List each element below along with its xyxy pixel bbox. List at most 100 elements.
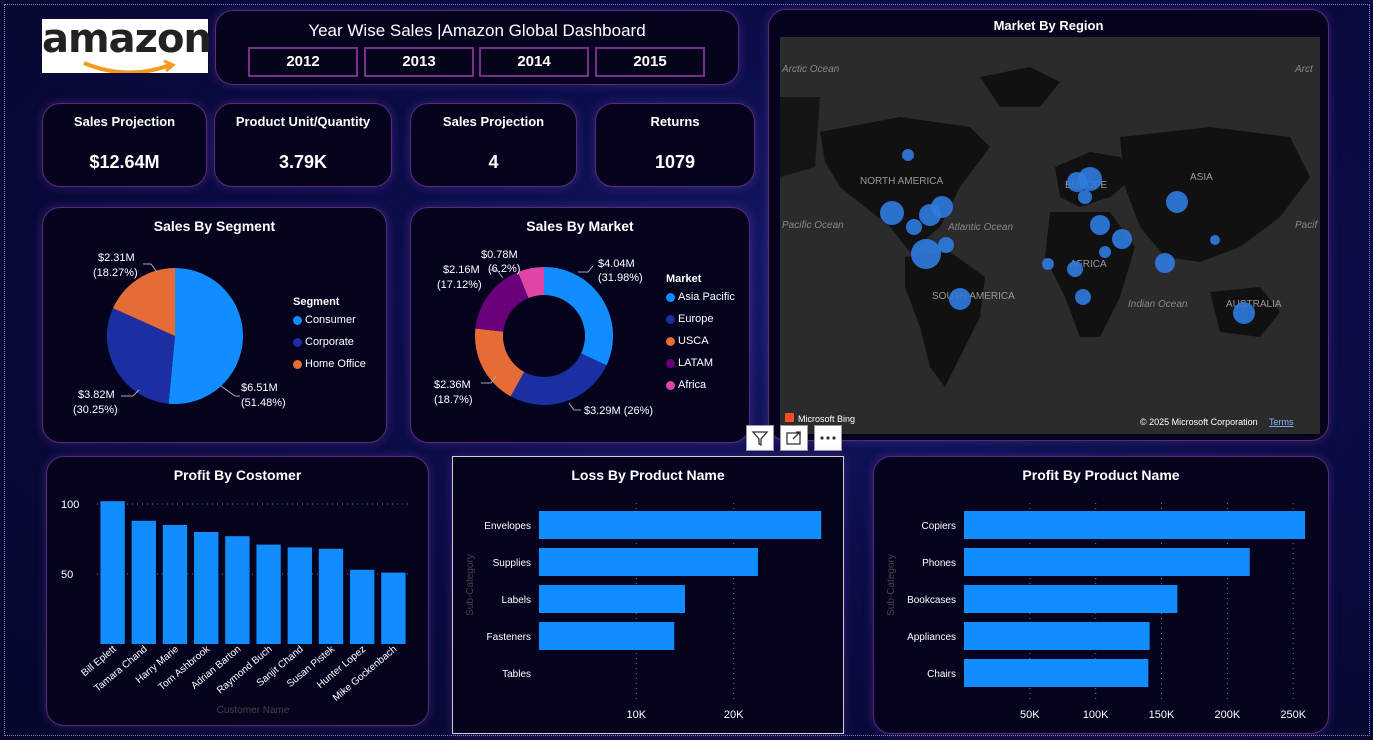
bar-labels[interactable]	[539, 585, 685, 613]
bar-phones[interactable]	[964, 548, 1250, 576]
loss-by-product-card: Loss By Product Name 10K 20K Envelopes Supp…	[452, 456, 844, 734]
legend-label: Corporate	[305, 336, 354, 348]
region-map[interactable]: Arctic Ocean Arct NORTH AMERICA EUROPE A…	[780, 37, 1320, 434]
kpi-sales-projection: Sales Projection $12.64M	[42, 103, 207, 187]
bar-hunter-lopez[interactable]	[350, 569, 375, 644]
bar-harry-marie[interactable]	[162, 525, 188, 644]
x-tick-label: 100K	[1083, 709, 1109, 721]
legend-label: Africa	[678, 379, 707, 391]
data-label: $0.78M	[481, 249, 518, 261]
y-tick-label: Tables	[502, 669, 531, 680]
y-tick-label: Appliances	[907, 632, 956, 643]
bar-adrian-barton[interactable]	[225, 536, 250, 644]
data-label: (18.7%)	[434, 394, 473, 406]
more-options-icon[interactable]	[814, 425, 842, 451]
legend-label: USCA	[678, 335, 709, 347]
x-tick-label: 150K	[1149, 709, 1175, 721]
bar-susan-pistek[interactable]	[318, 548, 344, 644]
logo-smile-icon	[83, 59, 176, 73]
x-axis-title: Customer Name	[217, 705, 290, 716]
legend-item-home-office[interactable]: Home Office	[293, 358, 366, 370]
kpi-value: 3.79K	[278, 152, 328, 172]
x-tick-label: Raymond Buch	[215, 644, 274, 696]
legend-label: Asia Pacific	[678, 291, 735, 303]
legend-item-usca[interactable]: USCA	[666, 335, 735, 347]
data-label: (31.98%)	[598, 272, 643, 284]
map-label: NORTH AMERICA	[860, 176, 943, 187]
x-tick-label: 10K	[627, 709, 647, 721]
data-label: (17.12%)	[437, 279, 482, 291]
bar-tom-ashbrook[interactable]	[194, 532, 219, 644]
legend-label: Home Office	[305, 358, 366, 370]
map-label: Indian Ocean	[1128, 299, 1188, 310]
legend-item-europe[interactable]: Europe	[666, 313, 735, 325]
year-button-2012[interactable]: 2012	[248, 47, 358, 77]
leader-line[interactable]	[578, 265, 594, 273]
x-tick-label: 20K	[724, 709, 744, 721]
year-button-2014[interactable]: 2014	[479, 47, 589, 77]
kpi-value: 1079	[654, 152, 696, 172]
legend-item-consumer[interactable]: Consumer	[293, 314, 366, 326]
bar-sanjit-chand[interactable]	[287, 547, 312, 644]
legend-label: Europe	[678, 313, 714, 325]
bar-tamara-chand[interactable]	[131, 520, 156, 644]
y-tick-label: Envelopes	[484, 521, 531, 532]
loss-bar-chart[interactable]: 10K 20K Envelopes Supplies Labels Fasteners Ta…	[453, 457, 845, 735]
legend-item-africa[interactable]: Africa	[666, 379, 735, 391]
focus-mode-icon[interactable]	[780, 425, 808, 451]
kpi-label: Product Unit/Quantity	[235, 114, 371, 129]
market-legend: Market Asia Pacific Europe USCA LATAM Af…	[666, 273, 735, 391]
data-label: (6.2%)	[488, 263, 520, 275]
y-tick-label: Fasteners	[487, 632, 531, 643]
pie-slice-consumer[interactable]	[168, 268, 243, 404]
y-axis-title: Sub-Category	[886, 554, 897, 616]
bar-bookcases[interactable]	[964, 585, 1178, 613]
year-button-2013[interactable]: 2013	[364, 47, 474, 77]
bar-fasteners[interactable]	[539, 622, 675, 650]
legend-item-latam[interactable]: LATAM	[666, 357, 735, 369]
y-tick-label: Chairs	[927, 669, 956, 680]
bar-copiers[interactable]	[964, 511, 1306, 539]
map-terms-link[interactable]: Terms	[1269, 417, 1294, 427]
sales-by-segment-card: Sales By Segment $6.51M (51.48%) $3.82M (30…	[42, 207, 387, 443]
filter-icon[interactable]	[746, 425, 774, 451]
kpi-label: Sales Projection	[442, 114, 545, 129]
leader-line[interactable]	[143, 263, 158, 273]
profit-product-bar-chart[interactable]: 50K 100K 150K 200K 250K Copiers Phones Bookcase…	[874, 457, 1330, 735]
legend-item-corporate[interactable]: Corporate	[293, 336, 366, 348]
legend-label: LATAM	[678, 357, 714, 369]
bar-envelopes[interactable]	[539, 511, 822, 539]
leader-line[interactable]	[220, 385, 240, 397]
bar-mike-gockenbach[interactable]	[381, 572, 406, 644]
customer-bar-chart[interactable]: 50100Bill EplettTamara ChandHarry MarieT…	[47, 457, 430, 727]
x-tick-label: 200K	[1215, 709, 1241, 721]
kpi-product-quantity: Product Unit/Quantity 3.79K	[214, 103, 392, 187]
bar-raymond-buch[interactable]	[256, 544, 281, 644]
bar-supplies[interactable]	[539, 548, 758, 576]
bar-chairs[interactable]	[964, 659, 1149, 687]
y-tick-label: Phones	[922, 558, 956, 569]
map-label: ASIA	[1190, 172, 1213, 183]
map-label: SOUTH AMERICA	[932, 291, 1015, 302]
data-label: (51.48%)	[241, 397, 286, 409]
map-label: Pacif	[1295, 220, 1318, 231]
legend-item-asia-pacific[interactable]: Asia Pacific	[666, 291, 735, 303]
y-tick-label: Labels	[502, 595, 531, 606]
bar-appliances[interactable]	[964, 622, 1150, 650]
data-label: $2.36M	[434, 379, 471, 391]
kpi-returns: Returns 1079	[595, 103, 755, 187]
kpi-label: Returns	[650, 114, 700, 129]
donut-slice-latam[interactable]	[475, 272, 529, 332]
legend-label: Consumer	[305, 314, 356, 326]
map-label: Arctic Ocean	[781, 64, 840, 75]
leader-line[interactable]	[568, 402, 581, 411]
map-title: Market By Region	[993, 18, 1104, 33]
y-tick-label: 100	[61, 499, 79, 511]
y-tick-label: 50	[61, 569, 73, 581]
year-button-2015[interactable]: 2015	[595, 47, 705, 77]
map-label: Pacific Ocean	[782, 220, 844, 231]
donut-slice-europe[interactable]	[510, 353, 607, 405]
bar-bill-eplett[interactable]	[100, 501, 125, 644]
world-map: Arctic Ocean Arct NORTH AMERICA EUROPE A…	[780, 37, 1320, 434]
amazon-logo: amazon	[42, 16, 212, 73]
